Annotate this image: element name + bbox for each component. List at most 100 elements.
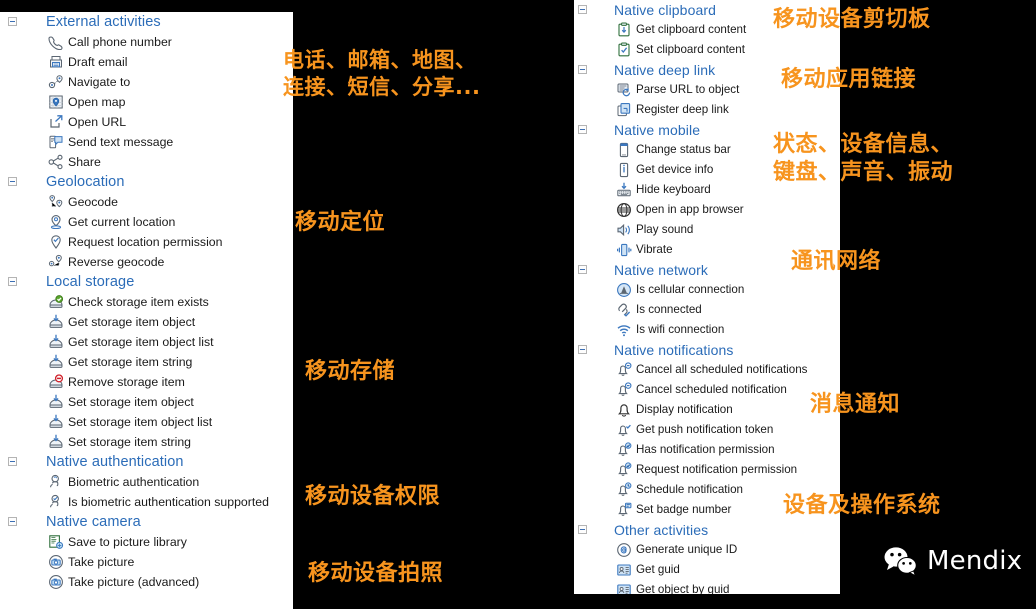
tree-item[interactable]: Get storage item string <box>0 352 293 372</box>
tree-item-label: Get clipboard content <box>636 23 747 36</box>
tree-item-label: Biometric authentication <box>68 475 200 489</box>
tree-item[interactable]: Biometric authentication <box>0 472 293 492</box>
guid-icon <box>616 582 632 594</box>
collapse-expander-icon[interactable] <box>578 345 587 354</box>
tree-item-label: Get object by guid <box>636 583 730 594</box>
tree-item[interactable]: Is wifi connection <box>574 320 840 340</box>
tree-item[interactable]: Geocode <box>0 192 293 212</box>
tree-item[interactable]: Get storage item object <box>0 312 293 332</box>
tree-item-label: Take picture <box>68 555 135 569</box>
tree-item-label: Hide keyboard <box>636 183 711 196</box>
collapse-expander-icon[interactable] <box>8 457 17 466</box>
tree-item[interactable]: Take picture (advanced) <box>0 572 293 592</box>
tree-item-label: Call phone number <box>68 35 172 49</box>
tree-item[interactable]: Get guid <box>574 560 840 580</box>
tree-item-label: Check storage item exists <box>68 295 209 309</box>
anno-storage: 移动存储 <box>305 359 396 384</box>
tree-item[interactable]: Open in app browser <box>574 200 840 220</box>
tree-item[interactable]: Draft email <box>0 52 293 72</box>
collapse-expander-icon[interactable] <box>578 5 587 14</box>
tree-group-native-notifications[interactable]: Native notifications <box>574 340 840 360</box>
guid-icon <box>616 562 632 578</box>
tree-item-label: Parse URL to object <box>636 83 740 96</box>
tree-item[interactable]: Set clipboard content <box>574 40 840 60</box>
anno-deeplink: 移动应用链接 <box>781 67 917 92</box>
tree-item[interactable]: Check storage item exists <box>0 292 293 312</box>
anno-mobile: 状态、设备信息、 键盘、声音、振动 <box>773 132 954 186</box>
anno-network: 通讯网络 <box>791 249 882 274</box>
keyboard-icon <box>616 182 632 198</box>
tree-group-label: Native mobile <box>614 122 701 138</box>
tree-item[interactable]: Set storage item string <box>0 432 293 452</box>
tree-item[interactable]: Get object by guid <box>574 580 840 594</box>
tree-group-label: Native notifications <box>614 342 734 358</box>
tree-group-external-activities[interactable]: External activities <box>0 12 293 32</box>
collapse-expander-icon[interactable] <box>8 177 17 186</box>
collapse-expander-icon[interactable] <box>8 277 17 286</box>
tree-item-label: Get storage item object list <box>68 335 214 349</box>
collapse-expander-icon[interactable] <box>578 265 587 274</box>
wechat-icon <box>884 546 918 577</box>
collapse-expander-icon[interactable] <box>578 125 587 134</box>
tree-item[interactable]: Send text message <box>0 132 293 152</box>
tree-item[interactable]: Request location permission <box>0 232 293 252</box>
tree-item-label: Get guid <box>636 563 680 576</box>
save-picture-icon <box>48 534 64 550</box>
bell-permission-icon <box>616 462 632 478</box>
tree-item[interactable]: Request notification permission <box>574 460 840 480</box>
tree-item[interactable]: Set storage item object <box>0 392 293 412</box>
tree-item[interactable]: Open URL <box>0 112 293 132</box>
tree-item[interactable]: Is biometric authentication supported <box>0 492 293 512</box>
tree-item[interactable]: Get current location <box>0 212 293 232</box>
tree-item[interactable]: Cancel scheduled notification <box>574 380 840 400</box>
collapse-expander-icon[interactable] <box>578 65 587 74</box>
tree-item-label: Play sound <box>636 223 694 236</box>
tree-item-label: Request location permission <box>68 235 223 249</box>
collapse-expander-icon[interactable] <box>578 525 587 534</box>
activities-panel-left[interactable]: External activities Call phone number Draf… <box>0 12 293 609</box>
bell-badge-icon <box>616 502 632 518</box>
tree-item[interactable]: Remove storage item <box>0 372 293 392</box>
clipboard-get-icon <box>616 22 632 38</box>
bell-permission-icon <box>616 442 632 458</box>
tree-item[interactable]: Generate unique ID <box>574 540 840 560</box>
register-deep-link-icon <box>616 102 632 118</box>
storage-set-icon <box>48 394 64 410</box>
tree-item[interactable]: Has notification permission <box>574 440 840 460</box>
tree-group-geolocation[interactable]: Geolocation <box>0 172 293 192</box>
tree-group-label: Native authentication <box>46 454 184 470</box>
tree-item[interactable]: Get storage item object list <box>0 332 293 352</box>
tree-group-native-authentication[interactable]: Native authentication <box>0 452 293 472</box>
tree-group-local-storage[interactable]: Local storage <box>0 272 293 292</box>
tree-item[interactable]: Open map <box>0 92 293 112</box>
link-check-icon <box>616 302 632 318</box>
tree-item[interactable]: Is connected <box>574 300 840 320</box>
tree-item-label: Get storage item object <box>68 315 196 329</box>
tree-group-label: Geolocation <box>46 174 125 190</box>
tree-item[interactable]: Navigate to <box>0 72 293 92</box>
tree-item-label: Is cellular connection <box>636 283 745 296</box>
tree-item[interactable]: Save to picture library <box>0 532 293 552</box>
tree-item[interactable]: Set storage item object list <box>0 412 293 432</box>
tree-group-other-activities[interactable]: Other activities <box>574 520 840 540</box>
tree-item[interactable]: Share <box>0 152 293 172</box>
tree-item[interactable]: Call phone number <box>0 32 293 52</box>
activity-tree-left[interactable]: External activities Call phone number Draf… <box>0 12 293 592</box>
tree-item[interactable]: Take picture <box>0 552 293 572</box>
tree-item-label: Is connected <box>636 303 702 316</box>
collapse-expander-icon[interactable] <box>8 517 17 526</box>
tree-group-label: Native camera <box>46 514 141 530</box>
parse-url-icon <box>616 82 632 98</box>
brand-name: Mendix <box>927 546 1023 576</box>
storage-remove-icon <box>48 374 64 390</box>
tree-item[interactable]: Play sound <box>574 220 840 240</box>
tree-item[interactable]: Register deep link <box>574 100 840 120</box>
tree-group-native-camera[interactable]: Native camera <box>0 512 293 532</box>
tree-item[interactable]: Get push notification token <box>574 420 840 440</box>
tree-item[interactable]: Is cellular connection <box>574 280 840 300</box>
tree-item[interactable]: Reverse geocode <box>0 252 293 272</box>
tree-item[interactable]: Cancel all scheduled notifications <box>574 360 840 380</box>
tree-item-label: Set storage item object list <box>68 415 213 429</box>
tree-item[interactable]: Display notification <box>574 400 840 420</box>
collapse-expander-icon[interactable] <box>8 17 17 26</box>
